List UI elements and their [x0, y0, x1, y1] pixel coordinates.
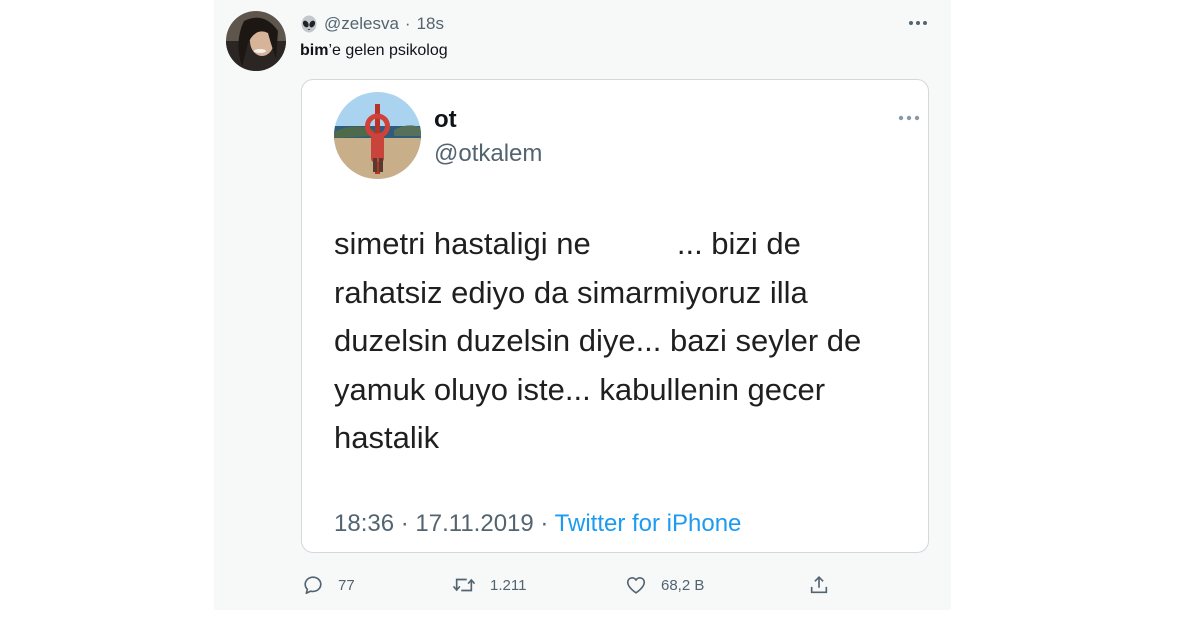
quoted-time: 18:36	[334, 510, 395, 537]
retweet-icon	[452, 578, 476, 592]
reply-button[interactable]: 77	[302, 571, 355, 599]
quoted-text-line: duzelsin duzelsin diye... bazi seyler de	[334, 323, 862, 358]
quoted-text-line: yamuk oluyo iste... kabullenin gecer	[334, 371, 826, 407]
quoted-text: simetri hastaligi ne ... bizi de rahatsi…	[334, 220, 924, 463]
action-bar: 77 1.211 68,2 B	[302, 571, 842, 599]
tweet-header: @zelesva · 18s	[300, 14, 444, 34]
separator-dot: ·	[400, 510, 409, 537]
quoted-source-link[interactable]: Twitter for iPhone	[555, 510, 742, 537]
quoted-text-line: rahatsiz ediyo da simarmiyoruz illa	[334, 274, 808, 310]
share-icon	[810, 576, 828, 594]
quoted-text-line: simetri hastaligi ne ... bizi de	[334, 226, 801, 261]
retweet-count: 1.211	[490, 576, 527, 594]
more-dots-icon	[909, 21, 927, 25]
separator-dot: ·	[404, 14, 411, 33]
like-button[interactable]: 68,2 B	[625, 571, 704, 599]
author-handle[interactable]: @zelesva	[324, 14, 399, 34]
retweet-button[interactable]: 1.211	[452, 571, 526, 599]
tweet-text: bim’e gelen psikolog	[300, 42, 448, 60]
reply-count: 77	[338, 576, 355, 594]
reply-icon	[304, 576, 322, 595]
avatar[interactable]	[226, 11, 286, 71]
alien-emoji-icon	[300, 15, 318, 33]
more-dots-icon	[898, 115, 920, 121]
heart-icon	[626, 577, 646, 594]
tweet-text-rest: ’e gelen psikolog	[328, 42, 448, 59]
quoted-date: 17.11.2019	[415, 510, 534, 537]
tweet-text-bold: bim	[300, 42, 329, 59]
quoted-tweet[interactable]: ot @otkalem simetri hastaligi ne ... biz…	[301, 79, 929, 553]
share-button[interactable]	[808, 571, 830, 599]
quoted-text-line: hastalik	[334, 420, 440, 455]
separator-dot: ·	[540, 510, 549, 537]
quoted-more-options-button[interactable]	[896, 108, 922, 128]
like-count: 68,2 B	[661, 576, 705, 594]
quoted-avatar[interactable]	[334, 92, 421, 179]
quoted-author-handle[interactable]: @otkalem	[434, 140, 542, 168]
more-options-button[interactable]	[907, 12, 929, 34]
quoted-meta: 18:36 · 17.11.2019 · Twitter for iPhone	[334, 510, 741, 538]
quoted-author-name[interactable]: ot	[434, 106, 457, 134]
tweet-time[interactable]: 18s	[417, 14, 444, 34]
tweet-card[interactable]: @zelesva · 18s bim’e gelen psikolog ot @…	[214, 0, 951, 610]
